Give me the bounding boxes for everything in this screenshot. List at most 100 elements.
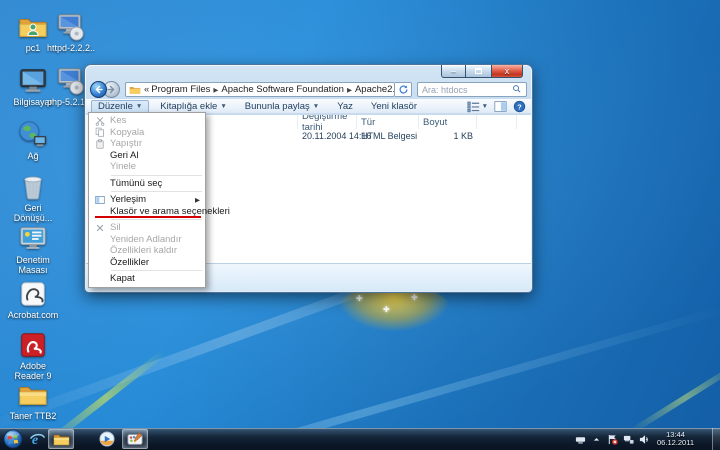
- views-dropdown-icon: ▼: [482, 103, 488, 110]
- desktop-icon-label: Acrobat.com: [4, 310, 62, 320]
- toolbar-button-yaz[interactable]: Yaz: [330, 100, 360, 113]
- menu-separator: [111, 191, 202, 192]
- submenu-arrow-icon: ▶: [195, 196, 200, 204]
- column-header-de-i-tirme-tarihi[interactable]: Değiştirme tarihi: [298, 115, 357, 129]
- menu-separator: [111, 175, 202, 176]
- desktop-icon-a[interactable]: Ağ: [4, 120, 62, 161]
- desktop: ✚✚✚ pc1httpd-2.2.2..Bilgisayarphp-5.2.17…: [0, 0, 720, 450]
- menu-item-label: Kopyala: [110, 127, 144, 138]
- folder-icon: [129, 84, 141, 96]
- clock-date: 06.12.2011: [657, 439, 694, 448]
- toolbar-button-label: Yaz: [337, 101, 353, 112]
- preview-pane-button[interactable]: [494, 100, 507, 113]
- menu-item-klas-r-ve-arama-se-enekleri[interactable]: Klasör ve arama seçenekleri: [89, 206, 205, 218]
- svg-text:?: ?: [517, 102, 522, 111]
- tray-app-icon[interactable]: [574, 433, 586, 445]
- network-icon: [18, 120, 48, 150]
- desktop-icon-httpd-2-2-2[interactable]: httpd-2.2.2..: [42, 12, 100, 53]
- desktop-icon-acrobat-com[interactable]: Acrobat.com: [4, 279, 62, 320]
- desktop-icon-adobe-reader-9[interactable]: Adobe Reader 9: [4, 330, 62, 381]
- maximize-icon: [475, 68, 482, 74]
- layout-icon: [92, 195, 107, 205]
- menu-item-kapat[interactable]: Kapat: [89, 273, 205, 285]
- installer-icon: [56, 66, 86, 96]
- taskbar-paint[interactable]: [122, 429, 148, 449]
- maximize-button[interactable]: [466, 65, 491, 78]
- toolbar-button-label: Bununla paylaş: [245, 101, 310, 112]
- folder-icon: [18, 380, 48, 410]
- refresh-button[interactable]: [395, 82, 412, 97]
- menu-item-label: Yinele: [110, 161, 136, 172]
- tray-network-icon[interactable]: [622, 433, 634, 445]
- chevron-down-icon: ▼: [313, 103, 319, 110]
- menu-item-yap-t-r: Yapıştır: [89, 138, 205, 150]
- menu-item-label: Tümünü seç: [110, 178, 162, 189]
- column-header-filler: [477, 115, 517, 129]
- views-button[interactable]: ▼: [467, 100, 488, 113]
- chevron-down-icon: ▼: [220, 103, 226, 110]
- system-tray: 13:44 06.12.2011: [574, 428, 694, 450]
- column-header-t-r[interactable]: Tür: [357, 115, 419, 129]
- menu-item-yerle-im[interactable]: Yerleşim ▶: [89, 194, 205, 206]
- menu-item-label: Yeniden Adlandır: [110, 234, 182, 245]
- desktop-icon-label: Taner TTB2: [4, 411, 62, 421]
- desktop-icon-label: Denetim Masası: [4, 255, 62, 275]
- delete-icon: [92, 223, 107, 233]
- breadcrumb-segment-apache-software-foundation[interactable]: Apache Software Foundation: [221, 84, 344, 95]
- show-desktop-button[interactable]: [712, 428, 720, 450]
- menu-item-yeniden-adland-r: Yeniden Adlandır: [89, 234, 205, 246]
- close-button[interactable]: x: [491, 65, 523, 78]
- menu-item-kes: Kes: [89, 115, 205, 127]
- taskbar-internet-explorer[interactable]: e: [26, 429, 48, 449]
- menu-item-zellikler[interactable]: Özellikler: [89, 257, 205, 269]
- desktop-icon-geri-d-n[interactable]: Geri Dönüşü...: [4, 172, 62, 223]
- taskbar-clock[interactable]: 13:44 06.12.2011: [657, 431, 694, 448]
- menu-item-geri-al[interactable]: Geri Al: [89, 150, 205, 162]
- show-hidden-icon[interactable]: [590, 433, 602, 445]
- toolbar-button-d-zenle[interactable]: Düzenle▼: [91, 100, 149, 113]
- window-controls: – x: [441, 65, 523, 78]
- wmp-icon: [99, 431, 115, 447]
- red-annotation-underline: [95, 216, 201, 218]
- toolbar-button-bununla-payla[interactable]: Bununla paylaş▼: [238, 100, 326, 113]
- column-header-boyut[interactable]: Boyut: [419, 115, 477, 129]
- menu-item-label: Yerleşim: [110, 194, 146, 205]
- desktop-icon-denetim-masas[interactable]: Denetim Masası: [4, 224, 62, 275]
- start-button[interactable]: [2, 429, 24, 449]
- breadcrumb-arrow-icon: ▶: [347, 87, 352, 94]
- search-input[interactable]: Ara: htdocs: [417, 82, 527, 97]
- toolbar-button-yeni-klas-r[interactable]: Yeni klasör: [364, 100, 424, 113]
- chevron-down-icon: ▼: [136, 103, 142, 110]
- menu-item-label: Özellikler: [110, 257, 149, 268]
- volume-icon[interactable]: [638, 433, 650, 445]
- breadcrumb-segment-program-files[interactable]: Program Files: [151, 84, 210, 95]
- desktop-icon-taner-ttb2[interactable]: Taner TTB2: [4, 380, 62, 421]
- desktop-icon-label: Geri Dönüşü...: [4, 203, 62, 223]
- help-icon[interactable]: ?: [513, 100, 526, 113]
- toolbar-button-label: Kitaplığa ekle: [160, 101, 217, 112]
- menu-item-label: Kapat: [110, 273, 135, 284]
- toolbar-button-kitapl-a-ekle[interactable]: Kitaplığa ekle▼: [153, 100, 233, 113]
- breadcrumb-arrow-icon: ▶: [213, 87, 218, 94]
- installer-icon: [56, 12, 86, 42]
- address-bar[interactable]: « Program Files▶Apache Software Foundati…: [125, 82, 395, 97]
- menu-item-t-m-n-se[interactable]: Tümünü seç: [89, 178, 205, 190]
- search-placeholder: Ara: htdocs: [422, 85, 468, 95]
- taskbar-media-player[interactable]: [96, 429, 118, 449]
- desktop-icon-label: Adobe Reader 9: [4, 361, 62, 381]
- desktop-icon-label: httpd-2.2.2..: [42, 43, 100, 53]
- start-orb-icon: [3, 429, 23, 449]
- menu-item-label: Yapıştır: [110, 138, 142, 149]
- back-button[interactable]: [90, 81, 107, 98]
- action-center-icon[interactable]: [606, 433, 618, 445]
- toolbar-button-label: Yeni klasör: [371, 101, 417, 112]
- menu-item-sil: Sil: [89, 222, 205, 234]
- wallpaper-streak: [628, 361, 720, 435]
- paste-icon: [92, 139, 107, 149]
- search-icon: [512, 84, 522, 96]
- minimize-button[interactable]: –: [441, 65, 466, 78]
- breadcrumb-segment-apache2-2[interactable]: Apache2.2: [355, 84, 395, 95]
- breadcrumb-prefix: «: [144, 84, 149, 95]
- copy-icon: [92, 127, 107, 137]
- taskbar-windows-explorer[interactable]: [48, 429, 74, 449]
